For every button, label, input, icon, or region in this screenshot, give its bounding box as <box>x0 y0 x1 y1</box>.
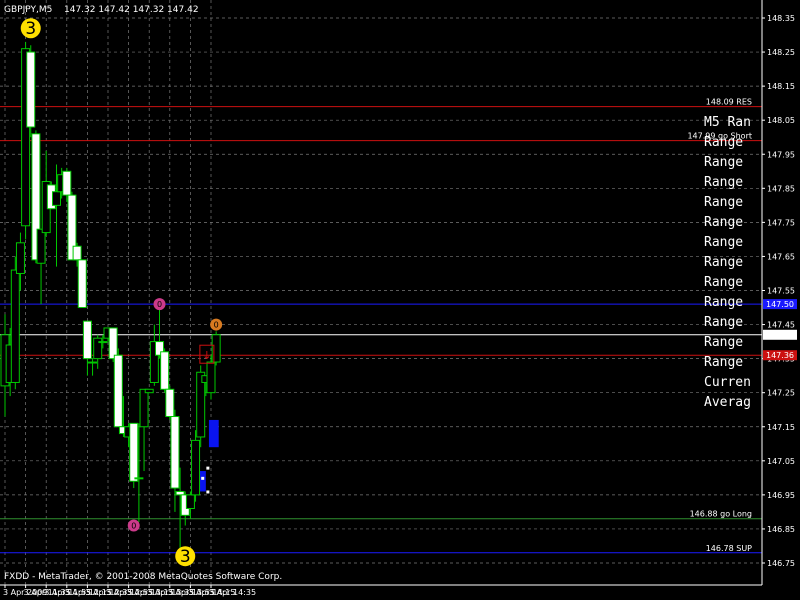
price-tick-label: 147.45 <box>767 321 795 330</box>
range-text: Range <box>704 355 743 370</box>
level-label-go-long: 146.88 go Long <box>690 510 752 519</box>
candle-bear[interactable] <box>160 351 170 390</box>
candle-bear[interactable] <box>108 327 118 360</box>
range-text: Range <box>704 135 743 150</box>
candle-bull[interactable] <box>144 388 154 394</box>
price-tick-label: 146.75 <box>767 559 795 568</box>
range-text: M5 Ran <box>704 115 751 130</box>
wave-3-label: 3 <box>180 547 191 567</box>
level-label-res: 148.09 RES <box>706 98 752 107</box>
price-tick-label: 148.35 <box>767 14 795 23</box>
price-tick-label: 147.05 <box>767 457 795 466</box>
range-text: Range <box>704 315 743 330</box>
box-marker <box>206 466 210 470</box>
candle-bull[interactable] <box>15 242 25 274</box>
candle-bull[interactable] <box>134 477 144 480</box>
candle-bull[interactable] <box>36 228 46 264</box>
price-tick-label: 147.85 <box>767 184 795 193</box>
price-tag-label: 147.50 <box>766 300 794 309</box>
candle-bull[interactable] <box>206 361 216 394</box>
range-text: Range <box>704 215 743 230</box>
box-marker <box>201 476 205 480</box>
price-tick-label: 147.65 <box>767 252 795 261</box>
current-price-label: 147.42 <box>766 331 794 340</box>
price-tick-label: 148.05 <box>767 116 795 125</box>
candle-bear[interactable] <box>170 416 180 489</box>
candle-bear[interactable] <box>165 388 175 418</box>
symbol-title: GBPJPY,M5 <box>4 5 52 15</box>
range-text: Averag <box>704 395 751 410</box>
range-text: Range <box>704 175 743 190</box>
signal-dot-label: 0 <box>214 321 219 330</box>
price-tick-label: 147.95 <box>767 150 795 159</box>
signal-dot-label: 0 <box>157 300 162 309</box>
candle-bear[interactable] <box>62 170 72 196</box>
candle-bear[interactable] <box>72 245 82 261</box>
candle-bull[interactable] <box>88 361 98 364</box>
time-tick-label: 3 Apr 14:35 <box>209 588 256 597</box>
candle-bull[interactable] <box>139 388 149 428</box>
candle-bull[interactable] <box>10 269 20 383</box>
zone-box <box>208 419 219 448</box>
candle-bear[interactable] <box>77 259 87 309</box>
price-tick-label: 146.95 <box>767 491 795 500</box>
range-text: Range <box>704 275 743 290</box>
price-tick-label: 148.25 <box>767 48 795 57</box>
sell-arrow-icon: ↓ <box>202 349 211 362</box>
range-text: Range <box>704 335 743 350</box>
candle-bull[interactable] <box>52 191 61 206</box>
price-tag-label: 147.36 <box>766 351 794 360</box>
box-marker <box>206 490 210 494</box>
range-text: Range <box>704 295 743 310</box>
chart-window[interactable]: 148.09 RES 147.99 go Short 146.88 go Long 1… <box>0 0 800 600</box>
range-text: Range <box>704 235 743 250</box>
level-label-sup: 146.78 SUP <box>706 544 752 553</box>
price-tick-label: 147.75 <box>767 218 795 227</box>
candlestick-chart[interactable]: 148.09 RES147.99 go Short146.88 go Long1… <box>0 0 800 600</box>
range-text: Range <box>704 155 743 170</box>
candle-bull[interactable] <box>211 334 221 363</box>
price-tick-label: 147.25 <box>767 389 795 398</box>
range-text: Range <box>704 195 743 210</box>
price-tick-label: 148.15 <box>767 82 795 91</box>
candle-bear[interactable] <box>26 51 36 128</box>
signal-dot-label: 0 <box>131 522 136 531</box>
price-tick-label: 147.55 <box>767 287 795 296</box>
candle-bear[interactable] <box>113 354 123 428</box>
candle-bear[interactable] <box>129 422 139 482</box>
price-tick-label: 146.85 <box>767 525 795 534</box>
candle-bull[interactable] <box>98 341 108 344</box>
wave-3-label: 3 <box>25 19 36 39</box>
range-text: Curren <box>704 375 751 390</box>
copyright-text: FXDD - MetaTrader, © 2001-2008 MetaQuote… <box>4 572 282 582</box>
range-text: Range <box>704 255 743 270</box>
candle-bull[interactable] <box>185 494 195 509</box>
candle-bear[interactable] <box>82 320 92 360</box>
candle-bear[interactable] <box>175 490 185 496</box>
price-tick-label: 147.15 <box>767 423 795 432</box>
candle-bull[interactable] <box>191 439 201 496</box>
ohlc-readout: 147.32 147.42 147.32 147.42 <box>64 5 199 15</box>
